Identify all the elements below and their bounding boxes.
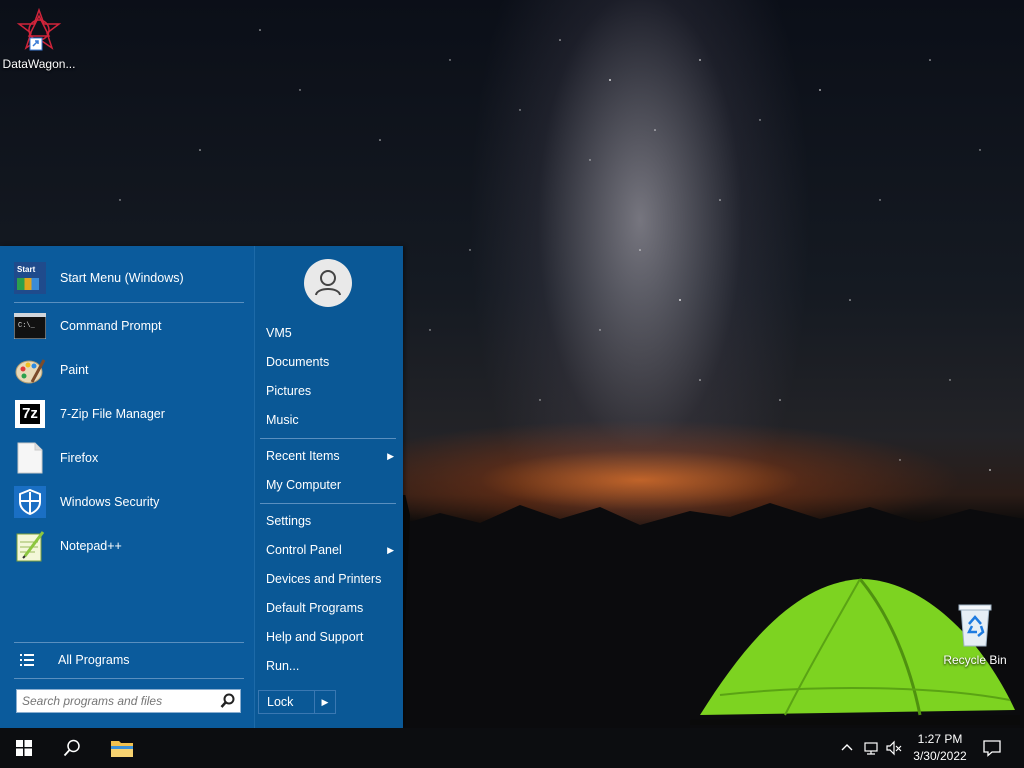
program-label: Paint bbox=[60, 363, 89, 377]
7zip-icon-text: 7z bbox=[20, 404, 40, 424]
menu-item-pictures[interactable]: Pictures bbox=[266, 380, 394, 402]
start-button[interactable] bbox=[0, 728, 48, 768]
file-explorer-button[interactable] bbox=[98, 728, 146, 768]
menu-item-run[interactable]: Run... bbox=[266, 655, 394, 677]
menu-item-documents[interactable]: Documents bbox=[266, 351, 394, 373]
cmd-icon: C:\_ bbox=[14, 310, 46, 342]
program-windows-security[interactable]: Windows Security bbox=[14, 482, 244, 522]
program-7zip[interactable]: 7z 7-Zip File Manager bbox=[14, 394, 244, 434]
separator bbox=[260, 438, 396, 439]
menu-item-label: Default Programs bbox=[266, 601, 364, 615]
start-menu: Start Start Menu (Windows) C:\_ Command … bbox=[0, 246, 403, 728]
shield-icon bbox=[14, 486, 46, 518]
paint-icon bbox=[14, 354, 46, 386]
menu-item-devices-and-printers[interactable]: Devices and Printers bbox=[266, 568, 394, 590]
menu-item-music[interactable]: Music bbox=[266, 409, 394, 431]
list-icon bbox=[20, 654, 34, 666]
separator bbox=[14, 678, 244, 679]
show-hidden-icons-chevron-icon[interactable] bbox=[839, 740, 855, 756]
notepad-icon bbox=[14, 530, 46, 562]
program-label: Start Menu (Windows) bbox=[60, 271, 184, 285]
menu-item-label: Settings bbox=[266, 514, 312, 528]
program-label: 7-Zip File Manager bbox=[60, 407, 165, 421]
separator bbox=[260, 503, 396, 504]
start-icon-tiles bbox=[17, 278, 39, 290]
program-notepad-plus-plus[interactable]: Notepad++ bbox=[14, 526, 244, 566]
search-icon[interactable] bbox=[220, 693, 236, 709]
menu-item-recent-items[interactable]: Recent Items ▶ bbox=[266, 445, 394, 467]
all-programs-label: All Programs bbox=[58, 653, 130, 667]
menu-item-label: VM5 bbox=[266, 326, 292, 340]
menu-item-my-computer[interactable]: My Computer bbox=[266, 474, 394, 496]
menu-item-vm5[interactable]: VM5 bbox=[266, 322, 394, 344]
menu-item-label: Control Panel bbox=[266, 543, 342, 557]
recycle-bin-icon bbox=[958, 604, 992, 647]
program-command-prompt[interactable]: C:\_ Command Prompt bbox=[14, 306, 244, 346]
menu-item-label: Music bbox=[266, 413, 299, 427]
menu-item-settings[interactable]: Settings bbox=[266, 510, 394, 532]
lock-button-group: Lock ▶ bbox=[258, 690, 336, 714]
separator bbox=[14, 642, 244, 643]
notifications-icon[interactable] bbox=[983, 739, 1001, 757]
program-label: Command Prompt bbox=[60, 319, 162, 333]
menu-item-help-and-support[interactable]: Help and Support bbox=[266, 626, 394, 648]
start-menu-programs-column: Start Start Menu (Windows) C:\_ Command … bbox=[0, 246, 254, 728]
clock[interactable]: 1:27 PM 3/30/2022 bbox=[905, 731, 975, 765]
program-firefox[interactable]: Firefox bbox=[14, 438, 244, 478]
user-avatar[interactable] bbox=[304, 259, 352, 307]
menu-item-label: Help and Support bbox=[266, 630, 364, 644]
menu-item-label: Recent Items bbox=[266, 449, 340, 463]
start-menu-windows-item[interactable]: Start Start Menu (Windows) bbox=[14, 258, 244, 298]
taskbar: 1:27 PM 3/30/2022 bbox=[0, 728, 1024, 768]
menu-item-control-panel[interactable]: Control Panel ▶ bbox=[266, 539, 394, 561]
menu-item-label: Devices and Printers bbox=[266, 572, 382, 586]
submenu-arrow-icon: ▶ bbox=[387, 545, 394, 555]
svg-text:C:\_: C:\_ bbox=[18, 322, 36, 330]
separator bbox=[14, 302, 244, 303]
desktop-icon-recycle-bin[interactable]: Recycle Bin bbox=[935, 602, 1015, 667]
datawagon-icon bbox=[16, 7, 62, 51]
program-paint[interactable]: Paint bbox=[14, 350, 244, 390]
desktop-icon-label: Recycle Bin bbox=[943, 653, 1007, 667]
menu-item-label: Run... bbox=[266, 659, 300, 673]
user-icon bbox=[315, 270, 341, 296]
volume-muted-icon[interactable] bbox=[886, 740, 902, 756]
all-programs-button[interactable]: All Programs bbox=[14, 648, 130, 672]
7zip-icon: 7z bbox=[14, 398, 46, 430]
file-icon bbox=[14, 442, 46, 474]
network-icon[interactable] bbox=[863, 740, 879, 756]
start-menu-icon: Start bbox=[14, 262, 46, 294]
menu-item-default-programs[interactable]: Default Programs bbox=[266, 597, 394, 619]
start-menu-places-column: VM5 Documents Pictures Music Recent Item… bbox=[255, 246, 403, 728]
menu-item-label: Pictures bbox=[266, 384, 312, 398]
menu-item-label: Documents bbox=[266, 355, 330, 369]
lock-options-arrow-icon[interactable]: ▶ bbox=[315, 691, 335, 713]
desktop-icon-datawagon[interactable]: DataWagon... bbox=[0, 7, 79, 71]
folder-icon bbox=[111, 741, 133, 757]
submenu-arrow-icon: ▶ bbox=[387, 451, 394, 461]
windows-logo-icon bbox=[16, 740, 32, 756]
program-label: Windows Security bbox=[60, 495, 160, 509]
start-icon-text: Start bbox=[17, 265, 36, 274]
taskbar-search-button[interactable] bbox=[48, 728, 96, 768]
menu-item-label: My Computer bbox=[266, 478, 342, 492]
search-box bbox=[16, 689, 241, 713]
program-label: Notepad++ bbox=[60, 539, 122, 553]
clock-time: 1:27 PM bbox=[917, 732, 963, 746]
desktop-icon-label: DataWagon... bbox=[2, 57, 76, 71]
clock-date: 3/30/2022 bbox=[913, 749, 967, 763]
program-label: Firefox bbox=[60, 451, 99, 465]
search-input[interactable] bbox=[22, 691, 217, 711]
search-icon bbox=[63, 739, 80, 757]
lock-button[interactable]: Lock bbox=[259, 691, 315, 713]
